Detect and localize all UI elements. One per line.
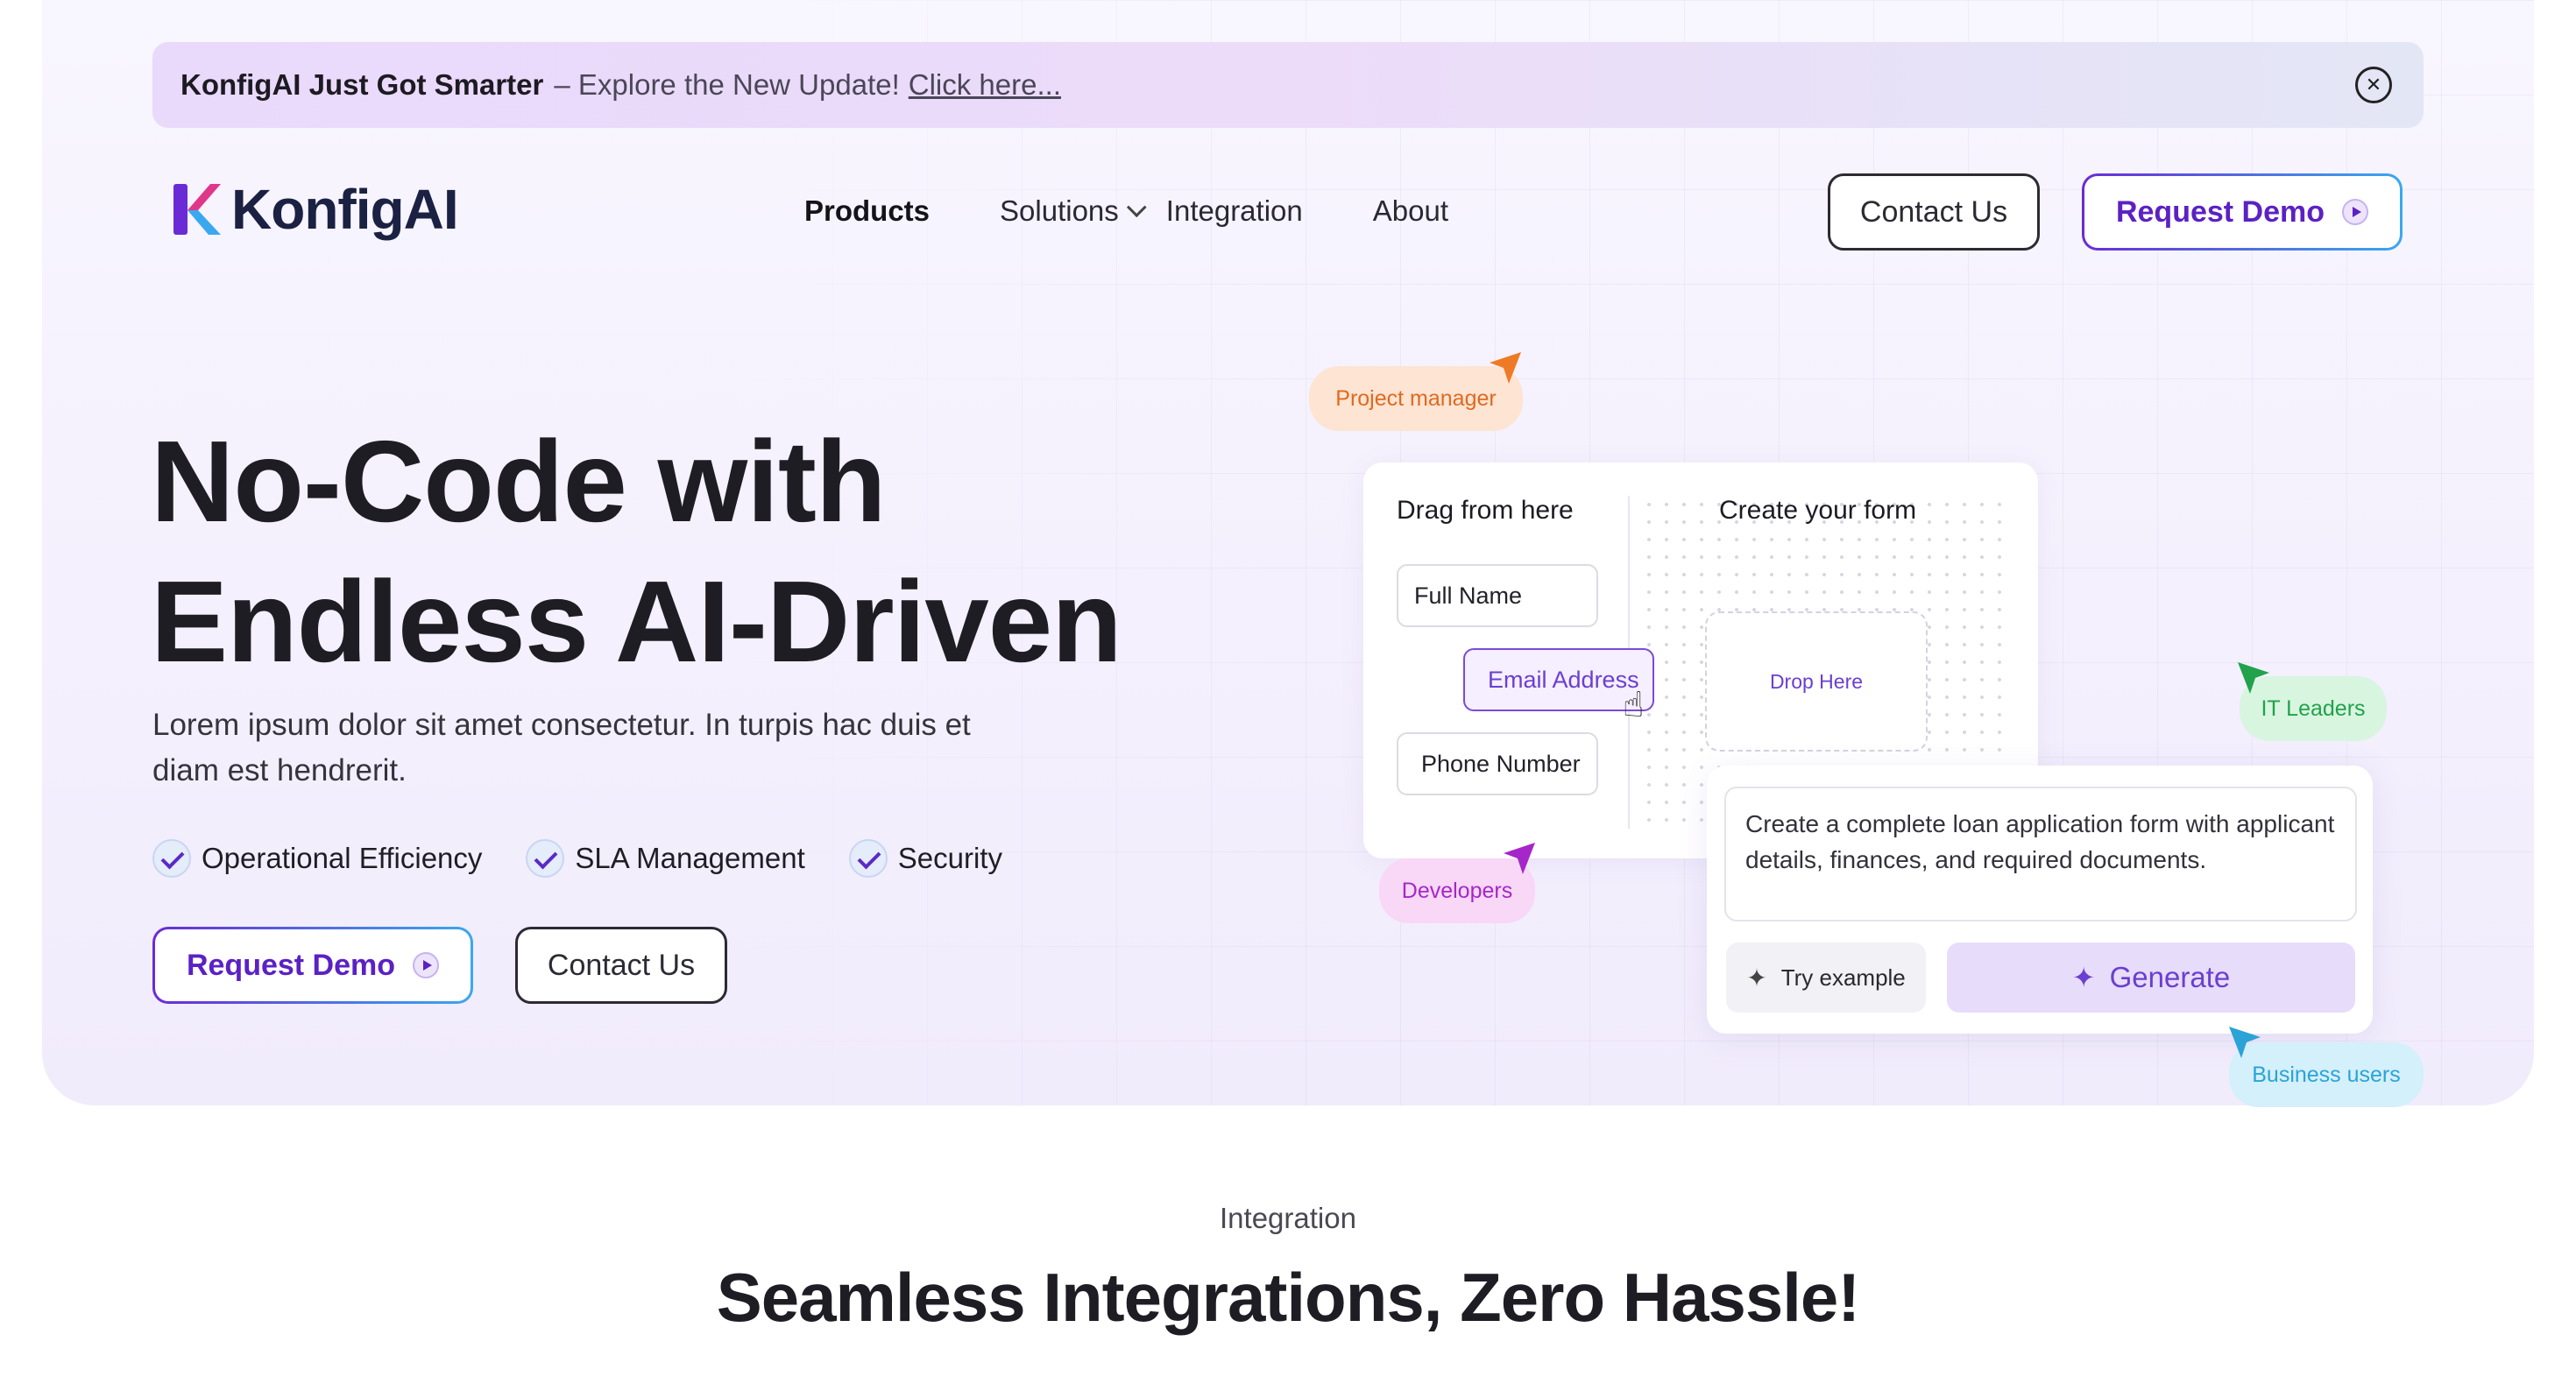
hero-demo-button[interactable]: Request Demo bbox=[152, 927, 473, 1004]
main-nav: Products Solutions Integration About bbox=[804, 194, 1448, 228]
play-icon bbox=[413, 952, 440, 978]
drag-title: Drag from here bbox=[1397, 496, 1574, 525]
pointer-icon bbox=[2229, 1027, 2261, 1058]
hero-title-line1: No-Code with bbox=[151, 417, 887, 546]
check-icon bbox=[526, 839, 565, 878]
section-label: Integration bbox=[1220, 1202, 1356, 1234]
field-phone-number[interactable]: Phone Number bbox=[1397, 732, 1598, 795]
hand-cursor-icon: ☝ bbox=[1623, 686, 1645, 724]
announcement-lead: KonfigAI Just Got Smarter bbox=[180, 68, 544, 101]
nav-integration[interactable]: Integration bbox=[1166, 194, 1303, 228]
hero-title-line2: Endless AI-Driven bbox=[151, 557, 1122, 686]
field-full-name[interactable]: Full Name bbox=[1397, 564, 1598, 627]
announcement-bar: KonfigAI Just Got Smarter – Explore the … bbox=[152, 42, 2424, 128]
header-contact-button[interactable]: Contact Us bbox=[1828, 173, 2040, 251]
nav-solutions[interactable]: Solutions bbox=[1000, 194, 1147, 228]
pointer-icon bbox=[1490, 352, 1521, 384]
try-example-label: Try example bbox=[1780, 964, 1906, 991]
logo-mark-icon bbox=[173, 184, 221, 235]
nav-about[interactable]: About bbox=[1373, 194, 1448, 228]
create-title: Create your form bbox=[1719, 496, 1917, 525]
hero-subtitle: Lorem ipsum dolor sit amet consectetur. … bbox=[152, 708, 971, 787]
feature-list: Operational Efficiency SLA Management Se… bbox=[152, 839, 1002, 878]
pointer-icon bbox=[2238, 662, 2269, 694]
wand-icon: ✦ bbox=[1746, 964, 1767, 992]
header-demo-label: Request Demo bbox=[2115, 194, 2325, 229]
prompt-input[interactable]: Create a complete loan application form … bbox=[1724, 787, 2357, 921]
header-contact-label: Contact Us bbox=[1859, 194, 2008, 229]
section-title: Seamless Integrations, Zero Hassle! bbox=[716, 1259, 1861, 1336]
feature-label: SLA Management bbox=[575, 842, 805, 874]
nav-integration-label: Integration bbox=[1165, 194, 1303, 227]
header-demo-button[interactable]: Request Demo bbox=[2082, 173, 2403, 251]
close-icon[interactable]: ✕ bbox=[2355, 67, 2392, 103]
nav-products-label: Products bbox=[804, 194, 931, 227]
drop-zone[interactable]: Drop Here bbox=[1705, 611, 1928, 752]
generate-button[interactable]: ✦ Generate bbox=[1947, 943, 2355, 1013]
feature-label: Operational Efficiency bbox=[202, 842, 483, 874]
chevron-down-icon bbox=[1126, 197, 1147, 218]
check-icon bbox=[848, 839, 888, 878]
generate-label: Generate bbox=[2109, 961, 2231, 993]
hero-title: No-Code with Endless AI-Driven bbox=[151, 412, 1122, 692]
feature-label: Security bbox=[897, 842, 1002, 874]
hero-demo-label: Request Demo bbox=[186, 948, 396, 982]
drop-label: Drop Here bbox=[1769, 669, 1864, 693]
feature-item: Operational Efficiency bbox=[152, 839, 482, 878]
feature-item: Security bbox=[848, 839, 1002, 878]
wand-icon: ✦ bbox=[2071, 962, 2096, 993]
announcement-text: – Explore the New Update! bbox=[554, 68, 900, 101]
hero-contact-button[interactable]: Contact Us bbox=[515, 927, 727, 1004]
brand-name: KonfigAI bbox=[231, 178, 459, 241]
nav-products[interactable]: Products bbox=[804, 194, 930, 228]
announcement-link[interactable]: Click here... bbox=[909, 68, 1061, 102]
pointer-icon bbox=[1504, 843, 1535, 874]
nav-solutions-label: Solutions bbox=[1000, 194, 1119, 227]
logo[interactable]: KonfigAI bbox=[172, 177, 459, 242]
nav-about-label: About bbox=[1372, 194, 1448, 227]
hero-contact-label: Contact Us bbox=[547, 948, 696, 982]
check-icon bbox=[152, 839, 191, 878]
feature-item: SLA Management bbox=[526, 839, 805, 878]
play-icon bbox=[2342, 199, 2369, 225]
try-example-button[interactable]: ✦ Try example bbox=[1726, 943, 1926, 1013]
